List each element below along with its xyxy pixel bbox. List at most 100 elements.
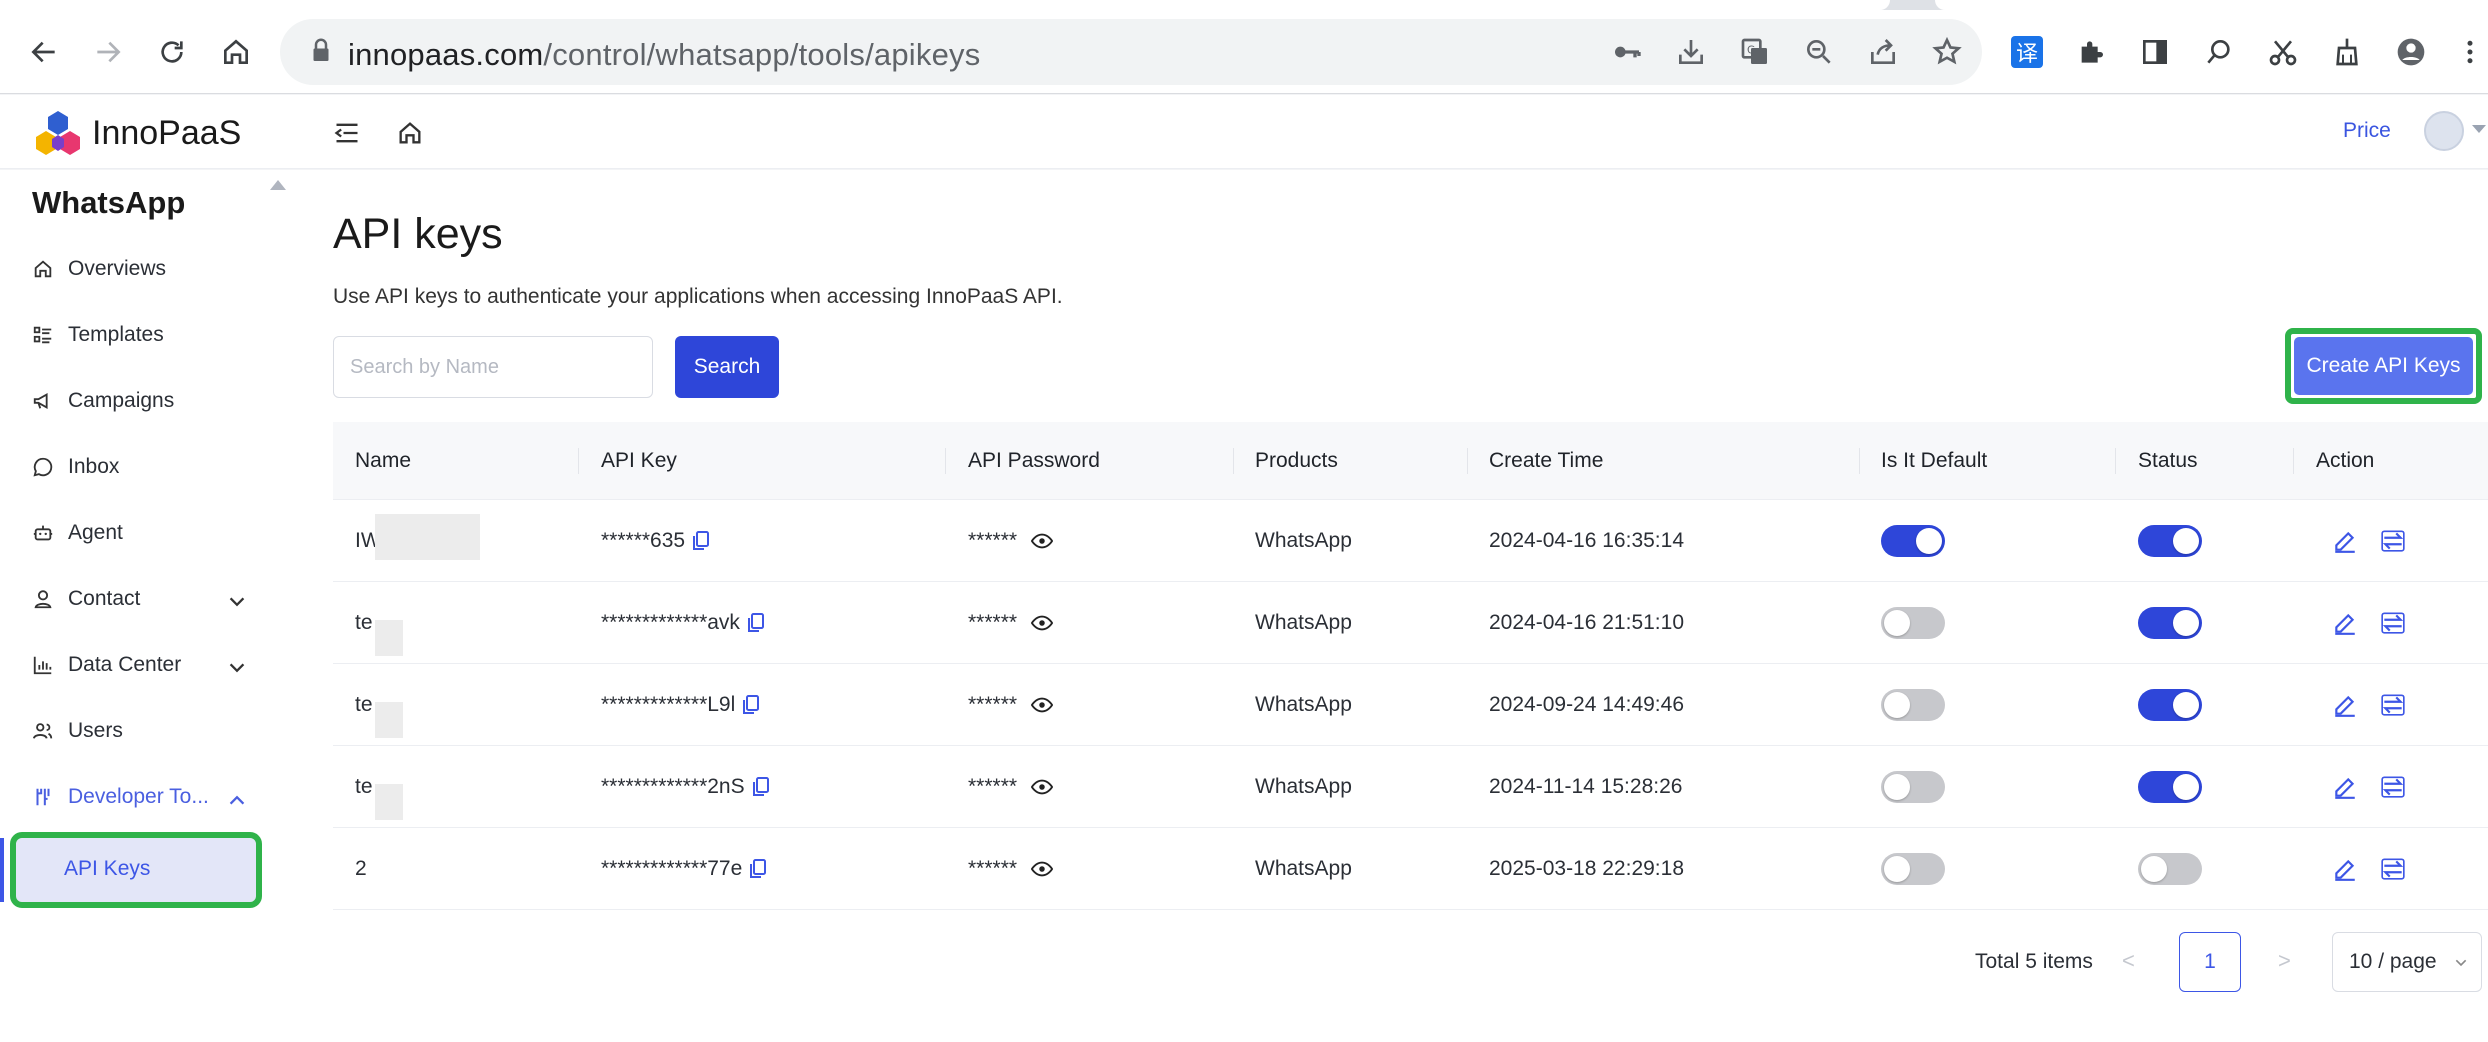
browser-toolbar: innopaas.com/control/whatsapp/tools/apik… (0, 10, 2488, 94)
edit-icon[interactable] (2332, 528, 2358, 554)
search-lens-icon[interactable] (2197, 30, 2241, 74)
default-toggle[interactable] (1881, 689, 1945, 721)
cell-api-password: ****** (968, 500, 1054, 582)
profile-icon[interactable] (2389, 30, 2433, 74)
status-toggle[interactable] (2138, 771, 2202, 803)
copy-icon[interactable] (751, 776, 771, 798)
copy-icon[interactable] (691, 530, 711, 552)
cell-create-time: 2024-11-14 15:28:26 (1489, 775, 1683, 798)
forward-icon[interactable] (86, 30, 130, 74)
share-icon[interactable] (1861, 30, 1905, 74)
create-api-keys-button[interactable]: Create API Keys (2294, 337, 2473, 395)
key-icon[interactable] (1605, 30, 1649, 74)
collapse-menu-icon[interactable] (327, 113, 367, 153)
default-toggle[interactable] (1881, 771, 1945, 803)
pagination-total: Total 5 items (1975, 950, 2093, 973)
chevron-up-icon (229, 795, 245, 805)
column-header-status: Status (2138, 449, 2198, 472)
sidebar-item-data-center[interactable]: Data Center (32, 645, 252, 685)
status-toggle[interactable] (2138, 525, 2202, 557)
sidebar-title: WhatsApp (32, 185, 186, 220)
default-toggle[interactable] (1881, 607, 1945, 639)
browser-tab[interactable] (1935, 0, 2488, 10)
column-header-name: Name (355, 449, 412, 472)
copy-icon[interactable] (746, 612, 766, 634)
scissors-icon[interactable] (2261, 30, 2305, 74)
eye-icon[interactable] (1031, 697, 1054, 713)
cell-api-key: *************77e (601, 828, 768, 910)
browser-menu-icon[interactable] (2455, 30, 2485, 74)
eye-icon[interactable] (1031, 615, 1054, 631)
eye-icon[interactable] (1031, 779, 1054, 795)
avatar[interactable] (2424, 111, 2464, 151)
reload-icon[interactable] (150, 30, 194, 74)
bookmark-star-icon[interactable] (1925, 30, 1969, 74)
cell-api-key: ******635 (601, 500, 711, 582)
cell-product: WhatsApp (1255, 611, 1352, 634)
sidebar-item-templates[interactable]: Templates (32, 315, 252, 355)
home-icon[interactable] (390, 113, 430, 153)
pagination-page-1[interactable]: 1 (2179, 932, 2241, 992)
status-toggle[interactable] (2138, 853, 2202, 885)
copy-icon[interactable] (748, 858, 768, 880)
table-row: 2 *************77e ****** WhatsApp 2025-… (333, 828, 2488, 910)
sidebar-item-api-keys[interactable]: API Keys (10, 832, 262, 908)
eye-icon[interactable] (1031, 533, 1054, 549)
install-app-icon[interactable] (1669, 30, 1713, 74)
eye-icon[interactable] (1031, 861, 1054, 877)
status-toggle[interactable] (2138, 689, 2202, 721)
address-bar[interactable]: innopaas.com/control/whatsapp/tools/apik… (280, 19, 1982, 85)
redaction-mask (375, 702, 403, 738)
sidebar-item-developer-tools[interactable]: Developer To... (32, 777, 252, 817)
scroll-up-icon[interactable] (270, 180, 286, 190)
refresh-key-icon[interactable] (2380, 774, 2406, 800)
sidebar-item-users[interactable]: Users (32, 711, 252, 751)
sidebar-item-campaigns[interactable]: Campaigns (32, 381, 252, 421)
table-row: te *************L9l ****** WhatsApp 2024… (333, 664, 2488, 746)
refresh-key-icon[interactable] (2380, 610, 2406, 636)
sidebar-item-contact[interactable]: Contact (32, 579, 252, 619)
price-link[interactable]: Price (2343, 119, 2391, 143)
default-toggle[interactable] (1881, 853, 1945, 885)
sidebar-item-agent[interactable]: Agent (32, 513, 252, 553)
list-icon (33, 326, 52, 344)
copy-icon[interactable] (741, 694, 761, 716)
pagination-next-button[interactable]: > (2278, 948, 2291, 974)
zoom-out-icon[interactable] (1797, 30, 1841, 74)
cell-api-key: *************2nS (601, 746, 771, 828)
google-translate-icon[interactable]: G (1733, 30, 1777, 74)
search-button[interactable]: Search (675, 336, 779, 398)
edit-icon[interactable] (2332, 610, 2358, 636)
home-icon[interactable] (214, 30, 258, 74)
refresh-key-icon[interactable] (2380, 856, 2406, 882)
edit-icon[interactable] (2332, 856, 2358, 882)
api-keys-table: Name API Key API Password Products Creat… (333, 422, 2488, 910)
column-divider (945, 448, 946, 474)
cell-product: WhatsApp (1255, 693, 1352, 716)
edit-icon[interactable] (2332, 692, 2358, 718)
sidebar: WhatsApp Overviews Templates Campaigns I… (0, 170, 292, 1042)
page-size-select[interactable]: 10 / page (2332, 932, 2482, 992)
refresh-key-icon[interactable] (2380, 528, 2406, 554)
edit-icon[interactable] (2332, 774, 2358, 800)
cell-api-key: *************avk (601, 582, 766, 664)
extensions-puzzle-icon[interactable] (2069, 30, 2113, 74)
sidebar-item-inbox[interactable]: Inbox (32, 447, 252, 487)
column-divider (578, 448, 579, 474)
redaction-mask (375, 514, 480, 560)
refresh-key-icon[interactable] (2380, 692, 2406, 718)
status-toggle[interactable] (2138, 607, 2202, 639)
broom-icon[interactable] (2325, 30, 2369, 74)
side-panel-icon[interactable] (2133, 30, 2177, 74)
sidebar-item-overviews[interactable]: Overviews (32, 249, 252, 289)
pagination-prev-button[interactable]: < (2122, 948, 2135, 974)
innopaas-logo[interactable]: InnoPaaS (34, 109, 241, 157)
browser-tab[interactable] (0, 0, 1890, 10)
search-input[interactable] (333, 336, 653, 398)
back-icon[interactable] (22, 30, 66, 74)
default-toggle[interactable] (1881, 525, 1945, 557)
cell-name: te (355, 693, 373, 716)
cell-api-password: ****** (968, 746, 1054, 828)
translate-extension-icon[interactable]: 译 (2005, 30, 2049, 74)
chevron-down-icon[interactable] (2472, 125, 2486, 133)
